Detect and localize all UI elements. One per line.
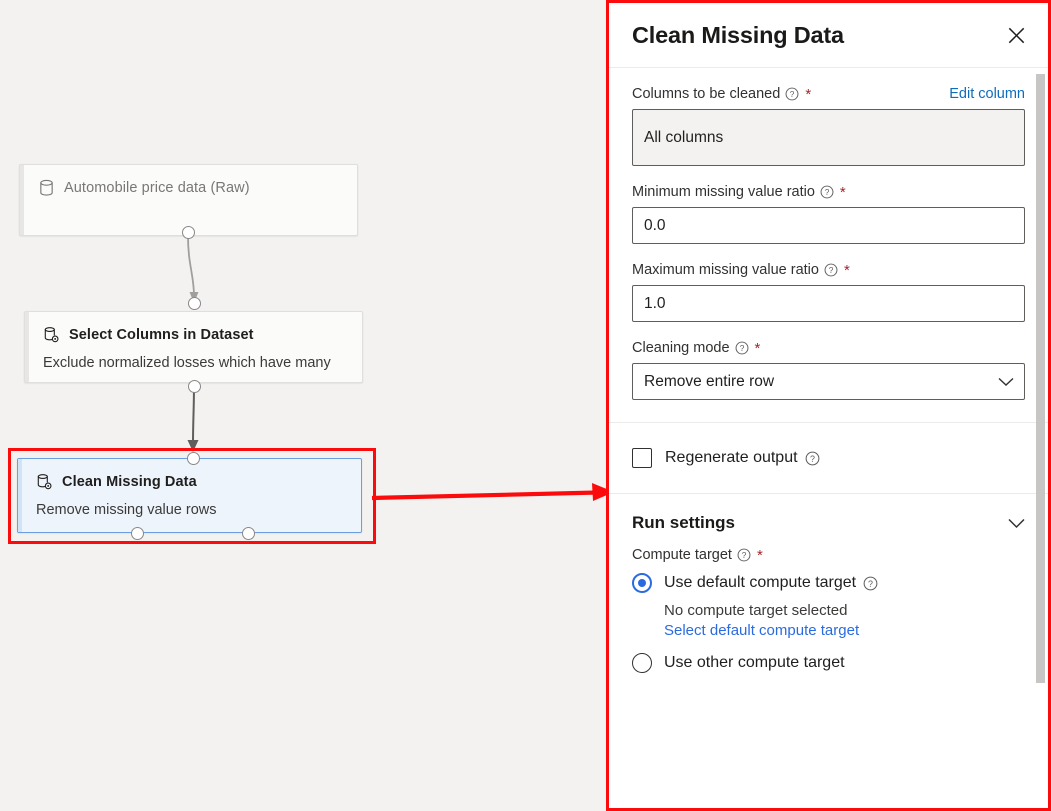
svg-text:?: ? (868, 578, 873, 588)
radio-button-other[interactable] (632, 653, 652, 673)
radio-label-text: Use other compute target (664, 654, 845, 671)
chevron-down-icon[interactable] (1008, 518, 1025, 529)
run-settings-section: Run settings Compute target ? * Use defa… (609, 494, 1048, 673)
svg-text:?: ? (790, 89, 795, 99)
required-marker: * (756, 546, 763, 564)
pipeline-canvas[interactable]: Automobile price data (Raw) Select Colum… (0, 0, 606, 811)
app-root: Automobile price data (Raw) Select Colum… (0, 0, 1051, 811)
annotation-arrow (371, 483, 606, 501)
compute-target-label: Compute target ? * (632, 547, 1025, 563)
select-default-compute-target-link[interactable]: Select default compute target (664, 622, 1025, 639)
field-minimum-missing-value-ratio: Minimum missing value ratio ? * (632, 184, 1025, 244)
info-icon[interactable]: ? (737, 548, 751, 562)
node-accent-bar (18, 459, 22, 532)
panel-header: Clean Missing Data (609, 3, 1048, 68)
radio-button-default[interactable] (632, 573, 652, 593)
panel-scrollbar[interactable] (1036, 74, 1045, 683)
node-output-port-left[interactable] (131, 527, 144, 540)
field-label: Minimum missing value ratio ? * (632, 184, 1025, 200)
field-label-text: Cleaning mode (632, 340, 730, 356)
node-input-port[interactable] (188, 297, 201, 310)
node-title: Clean Missing Data (62, 474, 197, 490)
required-marker: * (843, 261, 850, 279)
no-compute-target-note: No compute target selected (664, 602, 848, 619)
required-marker: * (754, 339, 761, 357)
node-description: Exclude normalized losses which have man… (43, 355, 331, 371)
info-icon[interactable]: ? (785, 87, 799, 101)
field-label-text: Columns to be cleaned (632, 86, 781, 102)
cleaning-mode-select[interactable] (632, 363, 1025, 400)
regenerate-output-row[interactable]: Regenerate output ? (609, 423, 1048, 493)
database-gear-icon (44, 327, 59, 343)
edit-column-link[interactable]: Edit column (949, 86, 1025, 102)
field-columns-to-be-cleaned: Columns to be cleaned ? * Edit column (632, 86, 1025, 166)
panel-fields: Columns to be cleaned ? * Edit column Al… (609, 68, 1048, 400)
module-parameters-panel: Clean Missing Data Columns to be cleaned (606, 0, 1051, 811)
database-icon (40, 179, 53, 196)
close-icon[interactable] (1000, 19, 1032, 51)
node-output-port-right[interactable] (242, 527, 255, 540)
maximum-missing-value-ratio-input[interactable] (632, 285, 1025, 322)
page-title: Clean Missing Data (632, 21, 844, 48)
radio-label: Use other compute target (664, 654, 845, 672)
radio-label: Use default compute target ? (664, 574, 878, 592)
svg-text:?: ? (739, 343, 744, 353)
node-input-port[interactable] (187, 452, 200, 465)
required-marker: * (839, 183, 846, 201)
svg-text:?: ? (825, 187, 830, 197)
field-label: Cleaning mode ? * (632, 340, 1025, 356)
node-clean-missing-data[interactable]: Clean Missing Data Remove missing value … (17, 458, 362, 533)
info-icon[interactable]: ? (863, 576, 878, 591)
node-output-port[interactable] (182, 226, 195, 239)
compute-target-label-text: Compute target (632, 547, 732, 563)
svg-text:?: ? (742, 550, 747, 560)
info-icon[interactable]: ? (735, 341, 749, 355)
columns-to-be-cleaned-input[interactable] (632, 109, 1025, 166)
radio-use-default-compute-target[interactable]: Use default compute target ? (632, 573, 1025, 593)
run-settings-header[interactable]: Run settings (632, 513, 1025, 533)
field-maximum-missing-value-ratio: Maximum missing value ratio ? * (632, 262, 1025, 322)
pipeline-edges (187, 235, 199, 452)
radio-use-other-compute-target[interactable]: Use other compute target (632, 653, 1025, 673)
field-label-text: Minimum missing value ratio (632, 184, 815, 200)
regenerate-output-label: Regenerate output ? (665, 449, 820, 467)
field-cleaning-mode: Cleaning mode ? * (632, 340, 1025, 400)
info-icon[interactable]: ? (820, 185, 834, 199)
node-select-columns-in-dataset[interactable]: Select Columns in Dataset Exclude normal… (24, 311, 363, 383)
regenerate-output-label-text: Regenerate output (665, 449, 798, 466)
panel-content: Clean Missing Data Columns to be cleaned (609, 3, 1048, 808)
run-settings-title: Run settings (632, 513, 735, 532)
node-title: Select Columns in Dataset (69, 327, 254, 343)
info-icon[interactable]: ? (805, 451, 820, 466)
svg-text:?: ? (810, 453, 815, 463)
node-accent-bar (20, 165, 24, 235)
node-title: Automobile price data (Raw) (64, 180, 250, 196)
field-label: Maximum missing value ratio ? * (632, 262, 1025, 278)
database-gear-icon (37, 474, 52, 490)
field-label-text: Maximum missing value ratio (632, 262, 819, 278)
required-marker: * (805, 85, 812, 103)
node-output-port[interactable] (188, 380, 201, 393)
radio-label-text: Use default compute target (664, 574, 857, 591)
regenerate-output-checkbox[interactable] (632, 448, 652, 468)
node-description: Remove missing value rows (36, 502, 217, 518)
info-icon[interactable]: ? (824, 263, 838, 277)
node-accent-bar (25, 312, 29, 382)
field-label: Columns to be cleaned ? * (632, 86, 811, 102)
minimum-missing-value-ratio-input[interactable] (632, 207, 1025, 244)
svg-text:?: ? (829, 265, 834, 275)
